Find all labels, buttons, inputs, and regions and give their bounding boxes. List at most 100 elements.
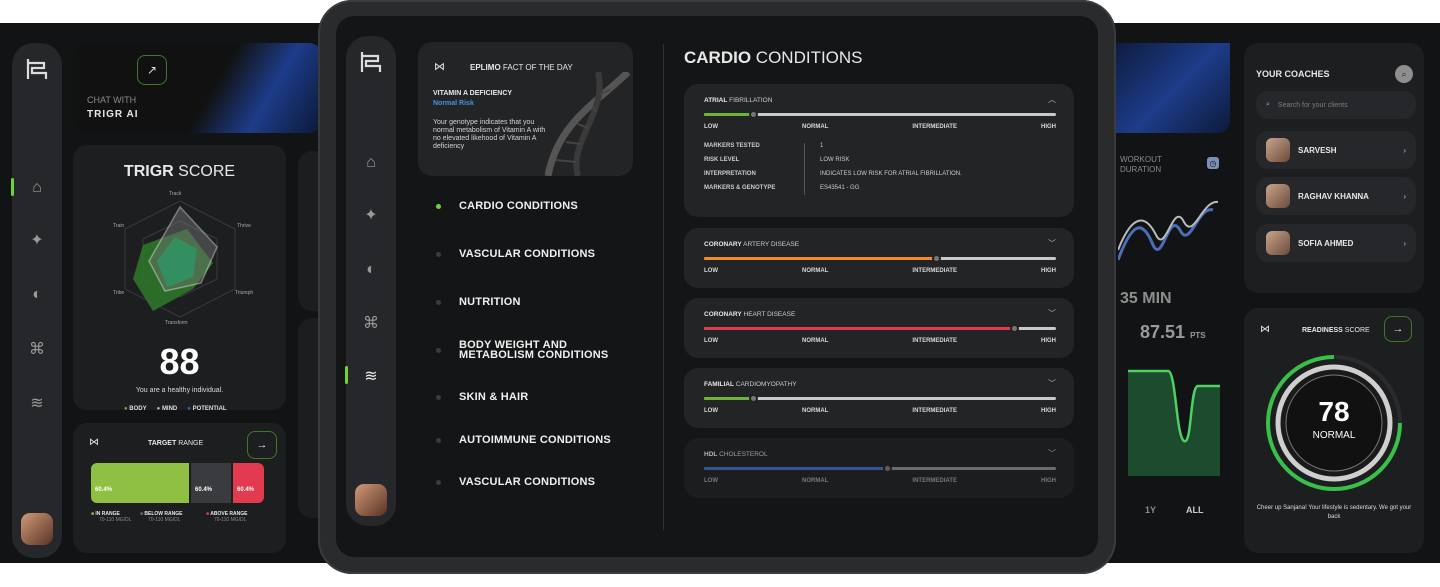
tablet-screen: ⌂ ✦ ◐ ⌘ ≋ ⋈ EPLIMO FACT OF THE DAY VITAM…: [336, 16, 1098, 557]
condition-name: ATRIAL FIBRILLATION: [704, 97, 773, 104]
dna-helix-illustration: [544, 72, 631, 176]
score-caption: You are a healthy individual.: [135, 387, 224, 394]
score-legend: ● BODY ● MIND ● POTENTIAL: [124, 406, 227, 412]
slider-fill: [704, 257, 937, 260]
coaches-search-button[interactable]: ⌕: [1395, 65, 1413, 83]
range-all[interactable]: ALL: [1186, 505, 1204, 515]
sparkle-icon[interactable]: ✦: [26, 229, 48, 251]
divider: [663, 44, 664, 530]
chevron-down-icon[interactable]: ﹀: [1048, 448, 1056, 459]
slider-fill: [704, 327, 1014, 330]
fact-of-day-card: ⋈ EPLIMO FACT OF THE DAY VITAMIN A DEFIC…: [418, 42, 633, 176]
nav-item-autoimmune[interactable]: AUTOIMMUNE CONDITIONS: [436, 434, 611, 446]
trigr-score-card: TRIGR SCORE Track Thrive Triumph Transfo…: [73, 145, 286, 410]
left-sidebar: ⌂ ✦ ◐ ⌘ ≋: [11, 43, 62, 558]
active-indicator: [11, 178, 14, 196]
nav-item-vascular-2[interactable]: VASCULAR CONDITIONS: [436, 476, 595, 488]
share-icon[interactable]: ⋈: [89, 437, 99, 448]
dna-icon[interactable]: ≋: [26, 392, 48, 414]
target-icon[interactable]: ⌘: [26, 338, 48, 360]
fact-title: EPLIMO FACT OF THE DAY: [470, 63, 573, 72]
section-title: CARDIO CONDITIONS: [684, 48, 863, 67]
axis-label-track: Track: [169, 191, 182, 197]
slider-fill: [704, 467, 888, 470]
circle-half-icon[interactable]: ◐: [360, 259, 382, 281]
risk-scale: LOW NORMAL INTERMEDIATE HIGH: [704, 268, 1056, 274]
clock-icon: ◷: [1207, 157, 1219, 169]
score-title: TRIGR SCORE: [123, 163, 236, 180]
nav-item-skin-hair[interactable]: SKIN & HAIR: [436, 391, 528, 403]
center-sidebar: ⌂ ✦ ◐ ⌘ ≋: [345, 36, 396, 526]
bullet: [436, 299, 441, 305]
chevron-down-icon[interactable]: ﹀: [1048, 378, 1056, 389]
right-blue-banner: [1100, 43, 1230, 133]
coach-search-field[interactable]: ⌕ Search for your clients: [1256, 91, 1416, 119]
slider-fill: [704, 397, 754, 400]
score-value: 88: [159, 341, 200, 382]
chevron-down-icon[interactable]: ﹀: [1048, 238, 1056, 249]
logo-icon: [360, 50, 382, 74]
nav-item-vascular[interactable]: VASCULAR CONDITIONS: [436, 248, 595, 260]
condition-card[interactable]: CORONARY ARTERY DISEASE ﹀ LOW NORMAL INTER…: [684, 228, 1074, 288]
condition-card[interactable]: ATRIAL FIBRILLATION ︿ LOW NORMAL INTERMEDI…: [684, 84, 1074, 217]
risk-scale: LOW NORMAL INTERMEDIATE HIGH: [704, 478, 1056, 484]
workout-value: 35 MIN: [1120, 290, 1172, 307]
readiness-card: ⋈ READINESS SCORE → 78 NORMAL Cheer up S…: [1244, 308, 1424, 553]
sparkle-icon[interactable]: ✦: [360, 204, 382, 226]
condition-card[interactable]: HDL CHOLESTEROL ﹀ LOW NORMAL INTERMEDIATE H…: [684, 438, 1074, 498]
share-icon[interactable]: ⋈: [434, 60, 445, 73]
detail-key: INTERPRETATION: [704, 171, 756, 177]
target-arrow-button[interactable]: →: [247, 431, 277, 459]
dna-icon[interactable]: ≋: [360, 365, 382, 387]
risk-slider: LOW NORMAL INTERMEDIATE HIGH: [704, 254, 1056, 274]
avatar[interactable]: [355, 484, 387, 516]
nav-item-nutrition[interactable]: NUTRITION: [436, 296, 521, 308]
nav-item-cardio[interactable]: CARDIO CONDITIONS: [436, 200, 578, 212]
risk-slider: LOW NORMAL INTERMEDIATE HIGH: [704, 324, 1056, 344]
risk-scale: LOW NORMAL INTERMEDIATE HIGH: [704, 408, 1056, 414]
home-icon[interactable]: ⌂: [26, 177, 48, 199]
logo-icon: [26, 57, 48, 81]
workout-card: WORKOUT DURATION ◷ 35 MIN: [1100, 145, 1232, 315]
condition-card[interactable]: FAMILIAL CARDIOMYOPATHY ﹀ LOW NORMAL INTER…: [684, 368, 1074, 428]
bullet: [436, 479, 441, 485]
legend-body: ● BODY: [124, 406, 147, 412]
share-icon[interactable]: ⋈: [1260, 324, 1270, 335]
points-area-chart: [1128, 369, 1220, 476]
readiness-arrow-button[interactable]: →: [1384, 316, 1412, 342]
coach-row[interactable]: RAGHAV KHANNA ›: [1256, 177, 1416, 215]
coach-row[interactable]: SOFIA AHMED ›: [1256, 224, 1416, 262]
home-icon[interactable]: ⌂: [360, 152, 382, 174]
coach-row[interactable]: SARVESH ›: [1256, 131, 1416, 169]
detail-divider: [804, 143, 805, 195]
bullet: [436, 437, 441, 443]
target-range-card: ⋈ TARGET RANGE → 60.4% 60.4% 60.4% ■ IN …: [73, 423, 286, 553]
slider-thumb: [883, 464, 893, 473]
axis-label-transform: Transform: [165, 320, 188, 326]
detail-value: LOW RISK: [820, 157, 850, 163]
circle-half-icon[interactable]: ◐: [26, 284, 48, 306]
coaches-title: YOUR COACHES: [1256, 69, 1330, 79]
conditions-list: ATRIAL FIBRILLATION ︿ LOW NORMAL INTERMEDI…: [684, 84, 1074, 554]
chevron-right-icon: ›: [1403, 191, 1406, 201]
arrow-up-right-icon[interactable]: ↗: [137, 55, 167, 85]
workout-wave-chart: [1118, 201, 1218, 261]
condition-name: CORONARY ARTERY DISEASE: [704, 241, 800, 248]
coach-name: SARVESH: [1298, 145, 1337, 155]
left-device: ⌂ ✦ ◐ ⌘ ≋ ↗ CHAT WITH TRIGR AI TRIGR SCO…: [0, 23, 330, 563]
range-1y[interactable]: 1Y: [1145, 505, 1156, 515]
chevron-up-icon[interactable]: ︿: [1048, 94, 1056, 105]
target-icon[interactable]: ⌘: [360, 312, 382, 334]
coaches-card: YOUR COACHES ⌕ ⌕ Search for your clients…: [1244, 43, 1424, 293]
chat-brand: TRIGR AI: [87, 109, 139, 120]
axis-label-thrive: Thrive: [237, 223, 251, 229]
chevron-down-icon[interactable]: ﹀: [1048, 308, 1056, 319]
risk-slider: LOW NORMAL INTERMEDIATE HIGH: [704, 110, 1056, 130]
nav-item-body-weight[interactable]: BODY WEIGHT AND METABOLISM CONDITIONS: [436, 340, 616, 361]
condition-card[interactable]: CORONARY HEART DISEASE ﹀ LOW NORMAL INTERM…: [684, 298, 1074, 358]
avatar[interactable]: [21, 513, 53, 545]
points-value: 87.51 PTS: [1140, 322, 1206, 342]
fact-body: Your genotype indicates that you normal …: [433, 119, 546, 150]
chat-ai-card[interactable]: ↗ CHAT WITH TRIGR AI: [73, 43, 323, 133]
bullet: [436, 347, 441, 353]
